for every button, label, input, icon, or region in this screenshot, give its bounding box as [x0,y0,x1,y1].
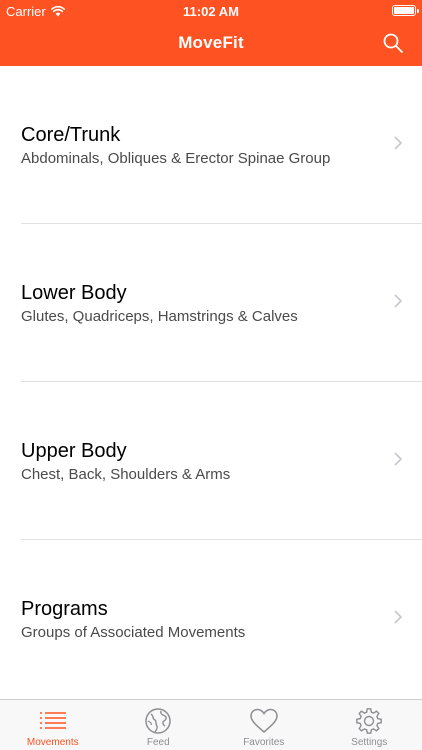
category-title: Lower Body [21,282,127,304]
tab-feed[interactable]: Feed [106,700,212,750]
tab-label: Settings [351,737,388,748]
category-row-upper-body[interactable]: Upper Body Chest, Back, Shoulders & Arms [0,382,422,540]
chevron-right-icon [394,294,402,308]
chevron-right-icon [394,136,402,150]
gear-icon [356,708,383,734]
tab-label: Favorites [243,737,285,748]
category-title: Upper Body [21,440,127,462]
category-list: Core/Trunk Abdominals, Obliques & Erecto… [0,66,422,698]
globe-icon [145,708,171,734]
status-bar: Carrier 11:02 AM [0,0,422,22]
tab-movements[interactable]: Movements [0,700,106,750]
search-icon[interactable] [382,32,404,54]
category-subtitle: Glutes, Quadriceps, Hamstrings & Calves [21,308,298,325]
tab-bar: Movements Feed Favorites Settings [0,699,422,750]
status-time: 11:02 AM [183,4,239,19]
tab-settings[interactable]: Settings [317,700,422,750]
app-header: Carrier 11:02 AM MoveFit [0,0,422,66]
battery-icon [392,5,419,16]
heart-icon [249,708,278,733]
category-subtitle: Abdominals, Obliques & Erector Spinae Gr… [21,150,331,167]
tab-favorites[interactable]: Favorites [211,700,317,750]
chevron-right-icon [394,452,402,466]
category-subtitle: Chest, Back, Shoulders & Arms [21,466,231,483]
category-row-programs[interactable]: Programs Groups of Associated Movements [0,540,422,698]
tab-label: Feed [146,737,170,748]
chevron-right-icon [394,610,402,624]
category-row-lower-body[interactable]: Lower Body Glutes, Quadriceps, Hamstring… [0,224,422,382]
page-title: MoveFit [178,33,244,52]
list-icon [39,712,66,729]
tab-label: Movements [26,737,79,748]
category-subtitle: Groups of Associated Movements [21,624,246,641]
category-title: Core/Trunk [21,124,121,146]
category-title: Programs [21,598,108,620]
category-row-core-trunk[interactable]: Core/Trunk Abdominals, Obliques & Erecto… [0,66,422,224]
